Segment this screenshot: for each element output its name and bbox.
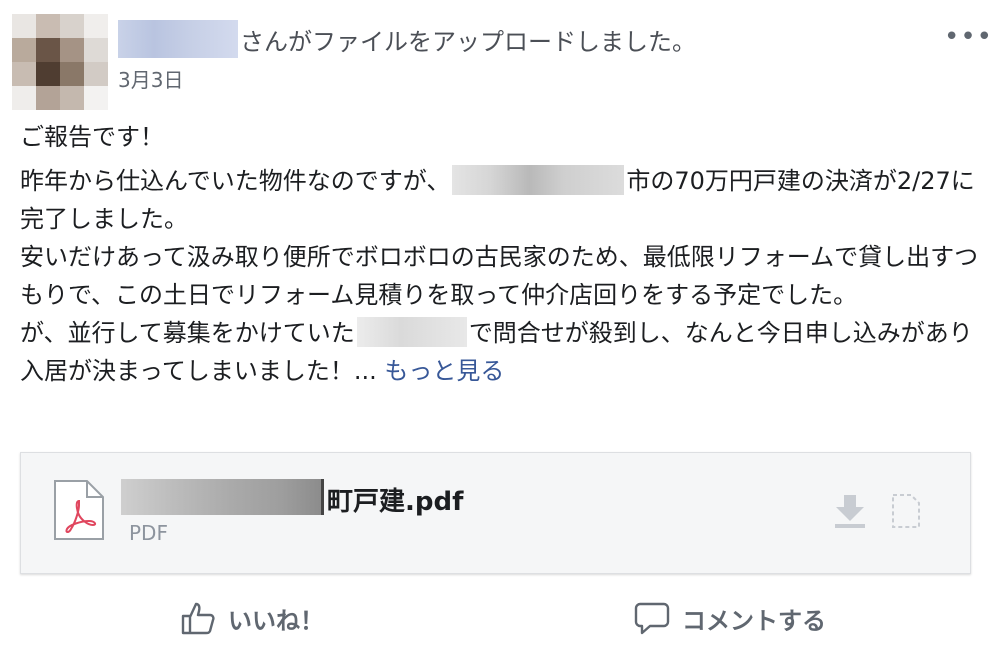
more-options-icon[interactable]: ••• <box>944 22 990 52</box>
comment-button[interactable]: コメントする <box>634 586 826 650</box>
post-paragraph: が、並行して募集をかけていた で問合せが殺到し、なんと今日申し込みがあり入居が決ま… <box>20 317 973 385</box>
post-paragraph: 昨年から仕込んでいた物件なのですが、 市の70万円戸建の決済が2/27に完了しまし… <box>20 165 975 233</box>
author-name-redacted[interactable] <box>118 20 238 58</box>
post-body: ご報告です！ 昨年から仕込んでいた物件なのですが、 市の70万円戸建の決済が2/2… <box>20 118 980 390</box>
like-button[interactable]: いいね！ <box>180 586 324 650</box>
file-name[interactable]: 町戸建.pdf <box>327 481 463 518</box>
post-paragraph: 安いだけあって汲み取り便所でボロボロの古民家のため、最低限リフォームで貸し出すつ… <box>20 243 979 309</box>
comment-icon <box>634 602 670 635</box>
post-avatar[interactable] <box>12 14 108 110</box>
file-name-redacted <box>121 479 324 515</box>
comment-label: コメントする <box>682 606 826 635</box>
see-more-link[interactable]: もっと見る <box>384 357 504 385</box>
redacted-city <box>452 165 625 195</box>
post-date[interactable]: 3月3日 <box>118 64 183 93</box>
file-attachment[interactable]: 町戸建.pdf PDF <box>20 452 971 574</box>
file-type: PDF <box>129 521 168 545</box>
post-actions: いいね！ コメントする <box>0 586 990 650</box>
post-header-text: さんがファイルをアップロードしました。 <box>240 28 696 56</box>
thumbs-up-icon <box>181 602 215 635</box>
post-intro: ご報告です！ <box>20 123 164 151</box>
like-label: いいね！ <box>228 606 324 635</box>
pdf-file-icon <box>54 480 104 540</box>
download-icon[interactable] <box>833 493 867 529</box>
redacted-service <box>356 317 467 347</box>
document-icon[interactable] <box>891 493 921 529</box>
